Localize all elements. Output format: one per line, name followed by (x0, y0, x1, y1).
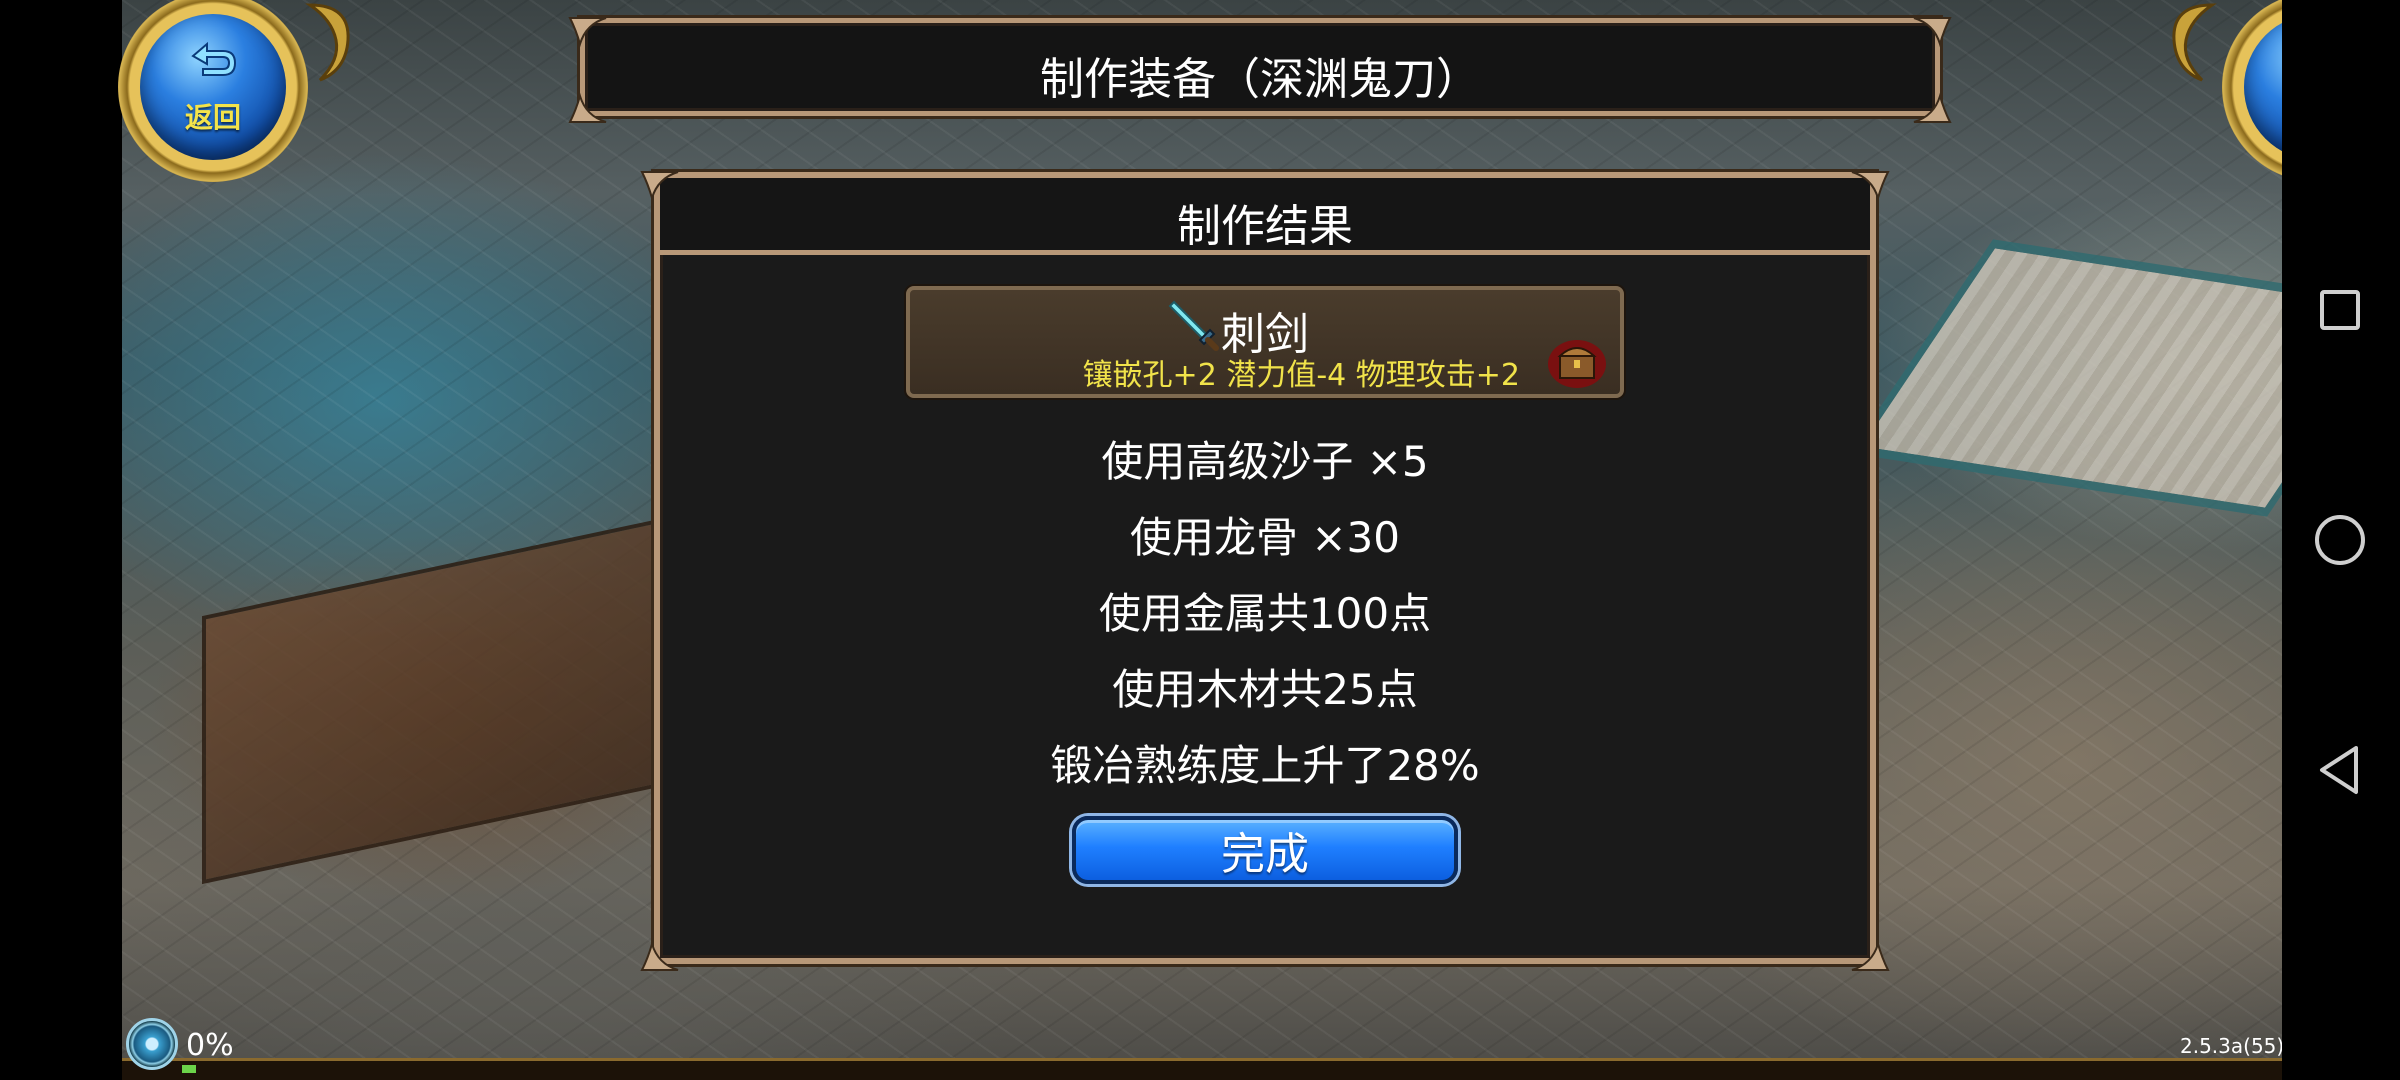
back-nav-button[interactable] (2312, 742, 2368, 798)
progress-fill (182, 1065, 196, 1073)
recents-button[interactable] (2312, 282, 2368, 338)
game-screen: 返回 关闭 制作装备（深渊鬼刀） 制作结果 (0, 0, 2400, 1080)
corner-ornament-icon (640, 171, 679, 202)
result-line-sand: 使用高级沙子 ×5 (1101, 437, 1429, 486)
item-stats: 镶嵌孔+2 潜力值-4 物理攻击+2 (1082, 358, 1520, 393)
system-navigation-bar (2282, 0, 2400, 1080)
corner-ornament-icon (1913, 17, 1952, 48)
page-title: 制作装备（深渊鬼刀） (1040, 54, 1480, 105)
back-button-label: 返回 (184, 101, 241, 134)
corner-ornament-icon (640, 940, 679, 971)
gold-scroll-ornament-right (2172, 3, 2217, 82)
panel-header: 制作结果 (660, 178, 1870, 255)
home-nav-button[interactable] (2312, 512, 2368, 568)
result-panel: 制作结果 刺剑 镶嵌孔+2 潜力值-4 物理攻击+2 使用高级沙子 ×5 使用龙… (654, 172, 1876, 964)
home-circle-icon (2315, 515, 2365, 565)
experience-progress-bar (122, 1058, 2282, 1080)
version-label: 2.5.3a(55) (2180, 1034, 2285, 1058)
panel-title: 制作结果 (1177, 201, 1353, 252)
back-button[interactable]: 返回 (118, 0, 308, 182)
result-line-wood: 使用木材共25点 (1112, 665, 1418, 714)
recents-square-icon (2320, 290, 2360, 330)
loading-orb-icon (126, 1018, 178, 1070)
result-line-dragon-bone: 使用龙骨 ×30 (1130, 513, 1400, 562)
result-line-proficiency: 锻冶熟练度上升了28% (1050, 741, 1480, 790)
gold-scroll-ornament (305, 3, 350, 82)
treasure-chest-icon (1548, 340, 1606, 388)
title-banner: 制作装备（深渊鬼刀） (580, 18, 1940, 116)
corner-ornament-icon (568, 17, 607, 48)
crafted-item-box[interactable]: 刺剑 镶嵌孔+2 潜力值-4 物理攻击+2 (906, 286, 1624, 398)
back-triangle-icon (2320, 746, 2358, 794)
corner-ornament-icon (568, 92, 607, 123)
return-arrow-icon (191, 41, 237, 76)
result-line-metal: 使用金属共100点 (1098, 589, 1432, 638)
corner-ornament-icon (1851, 940, 1890, 971)
done-button[interactable]: 完成 (1072, 816, 1458, 884)
corner-ornament-icon (1913, 92, 1952, 123)
corner-ornament-icon (1851, 171, 1890, 202)
progress-percent: 0% (186, 1028, 234, 1063)
